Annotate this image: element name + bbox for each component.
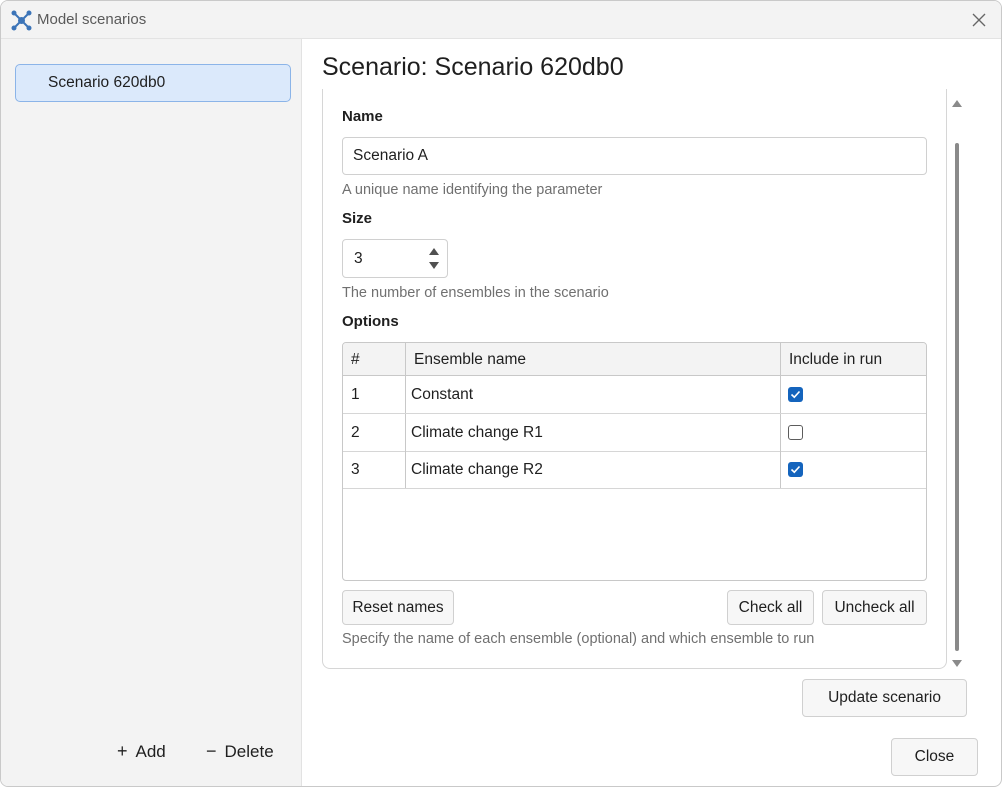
name-input[interactable] — [342, 137, 927, 175]
include-checkbox[interactable] — [788, 425, 803, 440]
name-label: Name — [342, 108, 383, 125]
ensemble-table: # Ensemble name Include in run 1 Constan… — [342, 342, 927, 581]
column-header-ensemble-name[interactable]: Ensemble name — [406, 343, 781, 376]
close-button[interactable]: Close — [891, 738, 978, 776]
row-index-cell: 3 — [343, 451, 406, 488]
close-icon — [972, 13, 986, 27]
minus-icon: − — [206, 741, 217, 761]
table-row: 2 Climate change R1 — [343, 414, 926, 452]
scroll-down-arrow-icon[interactable] — [951, 657, 963, 669]
add-label: Add — [135, 741, 166, 761]
table-row: 1 Constant — [343, 376, 926, 414]
include-checkbox[interactable] — [788, 462, 803, 477]
reset-names-button[interactable]: Reset names — [342, 590, 454, 625]
title-bar: Model scenarios — [1, 1, 1001, 39]
row-index-cell: 2 — [343, 414, 406, 451]
size-label: Size — [342, 210, 373, 227]
checkmark-icon — [790, 465, 801, 474]
page-title: Scenario: Scenario 620db0 — [322, 53, 624, 81]
ensemble-name-cell[interactable]: Constant — [406, 376, 781, 413]
increment-arrow-icon[interactable] — [428, 247, 440, 256]
scrollbar-thumb[interactable] — [955, 143, 959, 651]
options-helper-text: Specify the name of each ensemble (optio… — [342, 631, 815, 647]
name-helper-text: A unique name identifying the parameter — [342, 182, 603, 198]
delete-scenario-button[interactable]: − Delete — [206, 741, 274, 762]
scroll-up-arrow-icon[interactable] — [951, 98, 963, 110]
column-header-include-in-run[interactable]: Include in run — [781, 343, 926, 376]
window-close-button[interactable] — [967, 8, 991, 32]
size-value[interactable]: 3 — [354, 250, 363, 268]
model-scenarios-window: Model scenarios Scenario 620db0 + Add − … — [0, 0, 1002, 787]
table-row: 3 Climate change R2 — [343, 451, 926, 489]
checkmark-icon — [790, 390, 801, 399]
ensemble-name-cell[interactable]: Climate change R2 — [406, 451, 781, 488]
size-helper-text: The number of ensembles in the scenario — [342, 285, 609, 301]
network-nodes-icon — [11, 10, 32, 31]
plus-icon: + — [117, 741, 128, 761]
options-label: Options — [342, 313, 399, 330]
update-scenario-button[interactable]: Update scenario — [802, 679, 967, 717]
include-checkbox[interactable] — [788, 387, 803, 402]
row-index-cell: 1 — [343, 376, 406, 413]
add-scenario-button[interactable]: + Add — [117, 741, 166, 762]
scenario-sidebar: Scenario 620db0 + Add − Delete — [1, 39, 302, 786]
delete-label: Delete — [224, 741, 274, 761]
uncheck-all-button[interactable]: Uncheck all — [822, 590, 927, 625]
ensemble-name-cell[interactable]: Climate change R1 — [406, 414, 781, 451]
scenario-list-item[interactable]: Scenario 620db0 — [15, 64, 291, 102]
check-all-button[interactable]: Check all — [727, 590, 814, 625]
window-title: Model scenarios — [37, 11, 147, 28]
decrement-arrow-icon[interactable] — [428, 261, 440, 270]
size-stepper[interactable]: 3 — [342, 239, 448, 278]
column-header-index[interactable]: # — [343, 343, 406, 376]
